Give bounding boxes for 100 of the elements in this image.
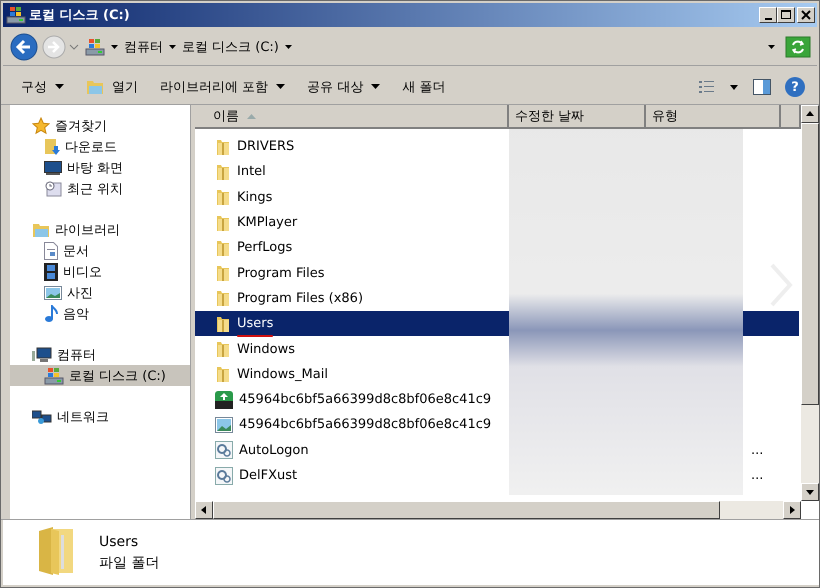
breadcrumb[interactable]: 로컬 디스크 (C:)	[182, 38, 279, 56]
file-name: DelFXust	[239, 468, 298, 483]
folder-icon	[215, 340, 231, 358]
scrollbar-thumb[interactable]	[801, 123, 819, 405]
nav-item[interactable]: 바탕 화면	[10, 157, 190, 178]
folder-icon	[215, 365, 231, 384]
toolbar-button[interactable]: 새 폴더	[398, 76, 450, 98]
file-row[interactable]: Intel	[195, 159, 799, 185]
caret-icon	[371, 84, 380, 90]
file-row[interactable]: DelFXust ...	[195, 462, 799, 488]
file-name: KMPlayer	[237, 215, 298, 230]
scroll-up-icon[interactable]	[806, 111, 814, 117]
picture-icon	[44, 286, 62, 300]
file-row[interactable]: DRIVERS	[195, 134, 799, 160]
folder-icon	[215, 214, 231, 232]
nav-item[interactable]: 음악	[10, 303, 190, 324]
file-row[interactable]: 45964bc6bf5a66399d8c8bf06e8c41c9	[195, 386, 799, 412]
column-header[interactable]: 이름	[195, 105, 509, 127]
installer-icon	[215, 390, 233, 409]
file-row[interactable]: Program Files	[195, 260, 799, 286]
file-row[interactable]: AutoLogon ...	[195, 438, 799, 463]
breadcrumb[interactable]: 컴퓨터	[124, 38, 163, 56]
file-name: AutoLogon	[239, 442, 309, 458]
nav-item[interactable]: 문서	[10, 240, 190, 261]
caret-icon	[276, 84, 286, 90]
maximize-button[interactable]	[777, 7, 795, 23]
caret-icon	[55, 84, 64, 90]
breadcrumb-arrow-icon[interactable]	[111, 44, 118, 50]
nav-group[interactable]: 컴퓨터	[10, 344, 190, 365]
file-name: Windows	[237, 342, 296, 357]
file-row[interactable]: Kings	[195, 184, 799, 210]
file-name: Intel	[237, 164, 266, 180]
file-name: 45964bc6bf5a66399d8c8bf06e8c41c9	[239, 392, 492, 408]
address-bar[interactable]: 컴퓨터 로컬 디스크 (C:)	[81, 35, 779, 59]
nav-item[interactable]: 최근 위치	[10, 178, 190, 199]
scrollbar-thumb[interactable]	[213, 501, 720, 519]
settings-file-icon	[215, 466, 233, 484]
library-icon	[32, 222, 50, 238]
minimize-button[interactable]	[759, 7, 777, 23]
file-row[interactable]: KMPlayer	[195, 210, 799, 236]
nav-group[interactable]: 라이브러리	[10, 219, 190, 240]
help-button[interactable]: ?	[785, 77, 805, 97]
toolbar-button[interactable]: 구성	[17, 76, 68, 98]
close-button[interactable]	[797, 7, 815, 23]
vertical-scrollbar[interactable]	[801, 105, 819, 501]
folder-icon	[215, 289, 231, 308]
drive-icon	[44, 366, 64, 384]
library-icon	[86, 79, 104, 95]
nav-item[interactable]: 다운로드	[10, 136, 190, 157]
preview-pane-icon[interactable]	[753, 79, 771, 95]
scroll-left-icon[interactable]	[201, 506, 207, 514]
toolbar-button[interactable]: 열기	[82, 76, 142, 98]
file-row[interactable]: Program Files (x86)	[195, 286, 799, 312]
network-icon	[32, 408, 52, 424]
music-note-icon	[44, 304, 58, 322]
file-name: Program Files	[237, 266, 325, 281]
column-header[interactable]: 유형	[646, 105, 781, 127]
film-icon	[44, 262, 58, 280]
column-header[interactable]: 수정한 날짜	[509, 105, 646, 127]
toolbar-button[interactable]: 공유 대상	[303, 76, 384, 98]
file-name: 45964bc6bf5a66399d8c8bf06e8c41c9	[239, 417, 492, 432]
settings-file-icon	[215, 441, 233, 460]
file-name: Windows_Mail	[237, 366, 328, 382]
item-type: 파일 폴더	[99, 554, 160, 572]
table-cell: ...	[751, 468, 764, 483]
toolbar-button[interactable]: 라이브러리에 포함	[156, 76, 290, 98]
refresh-button[interactable]	[785, 36, 811, 58]
drive-icon	[85, 38, 105, 56]
view-dropdown-icon[interactable]	[729, 83, 739, 91]
view-options-icon[interactable]	[699, 80, 715, 94]
window-title: 로컬 디스크 (C:)	[29, 7, 131, 24]
table-cell: ...	[751, 442, 764, 458]
computer-icon	[32, 346, 52, 362]
document-icon	[44, 242, 58, 260]
nav-item[interactable]: 비디오	[10, 261, 190, 282]
item-name: Users	[99, 534, 140, 550]
scroll-down-icon[interactable]	[806, 489, 814, 495]
history-dropdown-icon[interactable]	[69, 43, 79, 51]
file-row[interactable]: PerfLogs	[195, 235, 799, 260]
breadcrumb-arrow-icon[interactable]	[768, 44, 775, 50]
file-name: DRIVERS	[237, 139, 294, 154]
folder-icon	[215, 264, 231, 282]
file-row[interactable]: Windows	[195, 336, 799, 362]
monitor-icon	[44, 160, 62, 174]
nav-item[interactable]: 사진	[10, 282, 190, 303]
nav-group[interactable]: 네트워크	[10, 406, 190, 427]
scroll-right-icon[interactable]	[789, 506, 795, 514]
nav-group[interactable]: 즐겨찾기	[10, 115, 190, 136]
breadcrumb-arrow-icon[interactable]	[169, 44, 176, 50]
close-icon	[801, 10, 811, 20]
file-row[interactable]: 45964bc6bf5a66399d8c8bf06e8c41c9	[195, 412, 799, 438]
folder-icon	[215, 238, 231, 257]
recent-places-icon	[44, 180, 62, 196]
back-button[interactable]	[9, 32, 39, 62]
star-icon	[32, 116, 50, 134]
breadcrumb-arrow-icon[interactable]	[284, 44, 292, 50]
nav-item[interactable]: 로컬 디스크 (C:)	[10, 365, 190, 386]
file-row[interactable]: Windows_Mail	[195, 362, 799, 387]
file-name: Users	[237, 316, 274, 332]
horizontal-scrollbar[interactable]	[195, 501, 801, 519]
